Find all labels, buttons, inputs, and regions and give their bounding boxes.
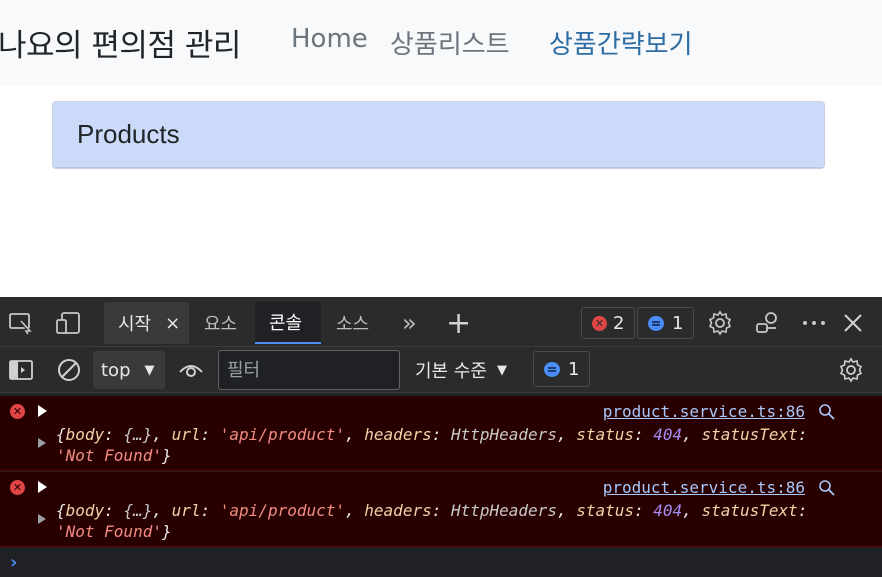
nav-link-product-summary[interactable]: 상품간략보기 [549, 24, 693, 61]
search-icon[interactable] [818, 403, 836, 425]
tab-sources[interactable]: 소스 [322, 302, 383, 344]
context-select-value: top [101, 359, 131, 381]
add-tab-icon[interactable]: + [432, 302, 485, 344]
source-link[interactable]: product.service.ts:86 [603, 478, 805, 497]
tab-elements[interactable]: 요소 [190, 302, 251, 344]
expand-arrow-icon[interactable] [38, 405, 47, 417]
chevron-down-icon: ▼ [496, 362, 507, 378]
devtools-panel: 시작 × 요소 콘솔 소스 » + ✕ 2 1 top ▼ 필터 기본 수준 ▼… [0, 297, 882, 577]
sidebar-toggle-icon[interactable] [6, 356, 36, 384]
console-prompt-icon[interactable]: › [10, 552, 17, 573]
more-tabs-icon[interactable]: » [388, 302, 431, 344]
live-expression-eye-icon[interactable] [176, 356, 206, 384]
console-error-entry[interactable]: ✕ product.service.ts:86 {body: {…}, url:… [0, 396, 882, 471]
console-toolbar: top ▼ 기본 수준 ▼ 1 [0, 347, 882, 393]
object-expand-icon[interactable] [38, 514, 46, 524]
error-count: 2 [613, 312, 625, 334]
error-count-badge[interactable]: ✕ 2 [581, 307, 636, 339]
device-emulation-icon[interactable] [53, 309, 83, 337]
error-icon: ✕ [10, 404, 25, 419]
tab-start-label: 시작 [118, 314, 152, 335]
error-icon: ✕ [10, 480, 25, 495]
brand-title[interactable]: 나요의 편의점 관리 [0, 20, 241, 65]
customize-connection-icon[interactable] [753, 309, 783, 337]
devtools-tabbar: 시작 × 요소 콘솔 소스 » + ✕ 2 1 [0, 297, 882, 347]
products-card: Products [52, 101, 825, 169]
settings-gear-icon[interactable] [705, 309, 735, 337]
tab-start[interactable]: 시작 × [104, 302, 189, 344]
log-object-line: {body: {…}, url: 'api/product', headers:… [56, 501, 808, 520]
log-level-value: 기본 수준 [415, 361, 487, 382]
message-count-badge[interactable]: 1 [637, 307, 695, 339]
log-object-line: 'Not Found'} [56, 446, 172, 465]
more-options-icon[interactable] [799, 309, 829, 337]
nav-link-product-list[interactable]: 상품리스트 [390, 24, 510, 61]
chevron-down-icon: ▼ [144, 362, 155, 378]
tab-console[interactable]: 콘솔 [255, 302, 321, 344]
message-icon [544, 361, 560, 377]
expand-arrow-icon[interactable] [38, 481, 47, 493]
log-object-line: 'Not Found'} [56, 522, 172, 541]
log-object-line: {body: {…}, url: 'api/product', headers:… [56, 425, 808, 444]
search-icon[interactable] [818, 479, 836, 501]
nav-link-home[interactable]: Home [291, 24, 368, 54]
close-devtools-icon[interactable] [838, 309, 868, 337]
close-tab-icon[interactable]: × [165, 313, 180, 334]
error-icon: ✕ [592, 315, 607, 331]
object-expand-icon[interactable] [38, 438, 46, 448]
issues-count-badge[interactable]: 1 [533, 351, 591, 387]
clear-console-icon[interactable] [54, 356, 84, 384]
card-header: Products [53, 102, 824, 168]
navbar: 나요의 편의점 관리 Home 상품리스트 상품간략보기 [0, 0, 882, 86]
inspect-element-icon[interactable] [6, 309, 36, 337]
console-settings-gear-icon[interactable] [836, 355, 866, 385]
context-select[interactable]: top ▼ [93, 351, 165, 389]
console-error-entry[interactable]: ✕ product.service.ts:86 {body: {…}, url:… [0, 472, 882, 547]
source-link[interactable]: product.service.ts:86 [603, 402, 805, 421]
message-count: 1 [672, 312, 684, 334]
message-icon [648, 315, 664, 331]
issues-count: 1 [568, 358, 580, 380]
log-level-select[interactable]: 기본 수준 ▼ [415, 351, 507, 389]
filter-input[interactable] [218, 350, 400, 390]
